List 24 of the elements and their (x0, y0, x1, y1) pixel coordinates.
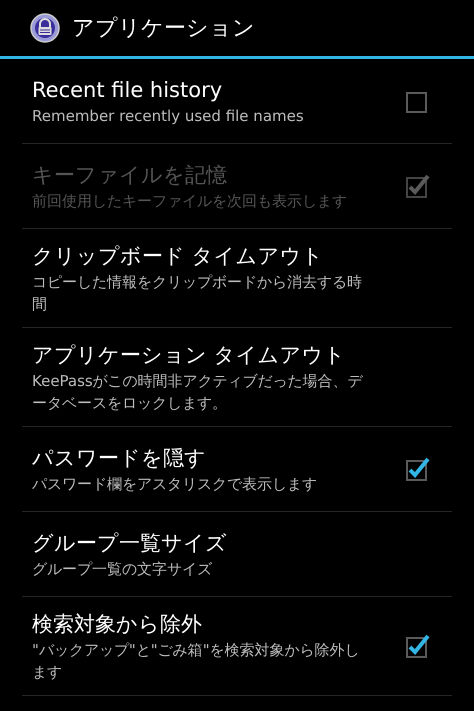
screen-title: アプリケーション (72, 15, 255, 43)
preference-item[interactable]: クリップボード タイムアウト コピーした情報をクリップボードから消去する時間 (22, 229, 452, 328)
preference-title: 検索対象から除外 (32, 611, 203, 638)
preference-summary: 前回使用したキーファイルを次回も表示します (32, 191, 348, 212)
preference-item[interactable]: パスワードを隠す パスワード欄をアスタリスクで表示します (22, 427, 452, 512)
preference-title: Recent file history (32, 77, 224, 104)
preference-item[interactable]: グループ一覧サイズ グループ一覧の文字サイズ (22, 512, 452, 597)
preference-summary: グループ一覧の文字サイズ (32, 559, 213, 580)
preference-summary: パスワード欄をアスタリスクで表示します (32, 474, 318, 495)
padlock-icon[interactable] (30, 13, 60, 43)
preference-title: グループ一覧サイズ (32, 530, 228, 557)
checkbox[interactable] (406, 633, 430, 659)
preference-item[interactable]: 検索対象から除外 "バックアップ"と"ごみ箱"を検索対象から除外します (22, 597, 452, 696)
preference-summary: "バックアップ"と"ごみ箱"を検索対象から除外します (32, 640, 361, 683)
preference-summary: コピーした情報をクリップボードから消去する時間 (32, 272, 363, 315)
preference-title: クリップボード タイムアウト (32, 243, 325, 270)
preference-summary: Remember recently used file names (32, 106, 305, 127)
preference-item[interactable]: Recent file history Remember recently used file names (22, 59, 452, 144)
preference-title: キーファイルを記憶 (32, 162, 228, 189)
preference-title: パスワードを隠す (32, 445, 207, 472)
checkbox[interactable] (406, 456, 430, 482)
preference-summary: KeePassがこの時間非アクティブだった場合、データベースをロックします。 (32, 371, 364, 414)
preference-title: アプリケーション タイムアウト (32, 342, 347, 369)
preference-item[interactable]: アプリケーション タイムアウト KeePassがこの時間非アクティブだった場合、データベースをロックします。 (22, 328, 452, 427)
